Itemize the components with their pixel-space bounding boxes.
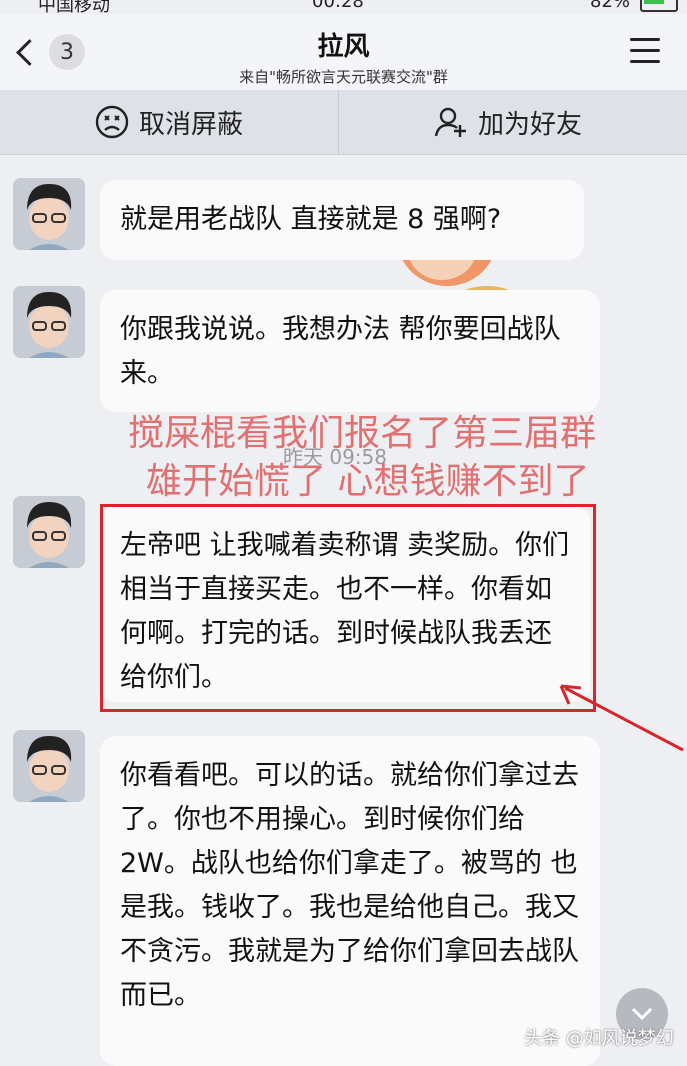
clock: 00:28 [312,0,364,12]
message-timestamp: 昨天 09:58 [283,445,387,469]
menu-icon[interactable] [630,38,660,64]
sad-face-icon [95,105,129,139]
message-bubble: 你看看吧。可以的话。就给你们拿过去了。你也不用操心。到时候你们给 2W。战队也给… [100,736,600,1066]
nav-bar: 3 拉风 来自"畅所欲言天元联赛交流"群 [0,14,687,90]
add-friend-label: 加为好友 [477,109,582,140]
avatar[interactable] [13,730,85,802]
unblock-button[interactable]: 取消屏蔽 [0,90,338,154]
status-bar: 中国移动 00:28 82% [0,0,687,14]
avatar[interactable] [13,178,85,250]
battery-icon [640,0,678,12]
add-friend-button[interactable]: 加为好友 [339,90,677,154]
message-bubble: 你跟我说说。我想办法 帮你要回战队来。 [100,290,600,412]
avatar[interactable] [13,286,85,358]
chevron-down-icon [631,1007,653,1021]
battery-percent: 82% [590,0,631,12]
action-bar: 取消屏蔽 加为好友 [0,90,687,155]
add-user-icon [434,105,468,139]
source-watermark: 头条 @如风说梦幻 [524,1028,674,1049]
message-text: 你跟我说说。我想办法 帮你要回战队来。 [120,314,561,389]
page-subtitle: 来自"畅所欲言天元联赛交流"群 [239,68,448,86]
page-title: 拉风 [317,32,370,62]
carrier-label: 中国移动 [38,0,110,14]
message-bubble: 就是用老战队 直接就是 8 强啊? [100,180,584,260]
avatar[interactable] [13,496,85,568]
unblock-label: 取消屏蔽 [138,109,243,140]
message-text: 就是用老战队 直接就是 8 强啊? [120,204,502,235]
message-text: 你看看吧。可以的话。就给你们拿过去了。你也不用操心。到时候你们给 2W。战队也给… [120,760,579,1011]
red-highlight-box [100,504,596,712]
